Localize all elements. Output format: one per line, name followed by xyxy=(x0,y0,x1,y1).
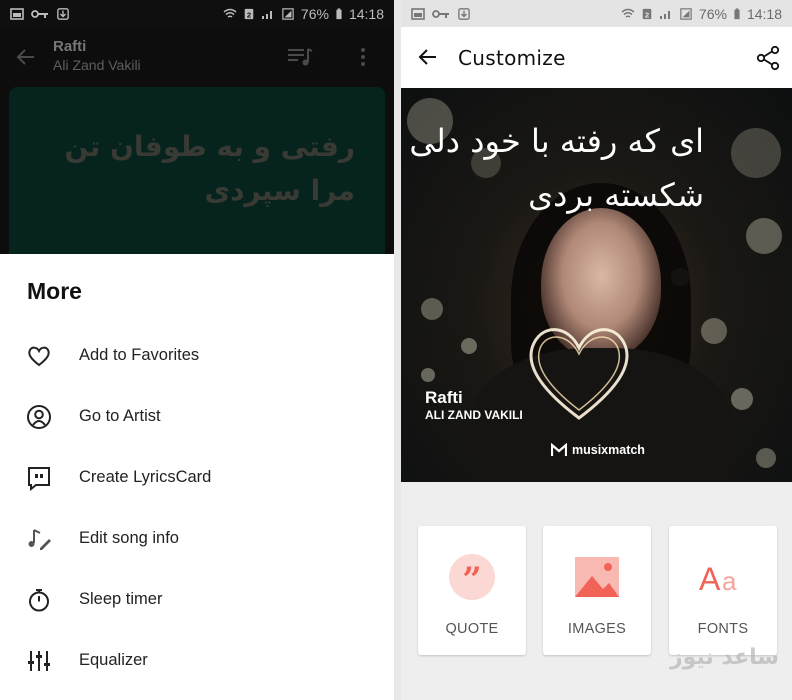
menu-item-label: Add to Favorites xyxy=(79,346,200,364)
overflow-menu-icon[interactable] xyxy=(355,45,371,69)
signal-icon xyxy=(659,10,670,19)
lyric-line: رفتی و به طوفان تن مرا سپردی xyxy=(64,130,356,207)
bokeh-light xyxy=(461,338,477,354)
key-icon xyxy=(31,9,48,18)
status-bar: 2 76% 14:18 xyxy=(0,0,394,27)
bokeh-light xyxy=(746,218,782,254)
quote-button[interactable]: ” QUOTE xyxy=(418,526,526,655)
brand-logo: musixmatch xyxy=(551,443,645,457)
artist-icon xyxy=(27,404,51,429)
equalizer-icon xyxy=(28,650,50,671)
battery-icon xyxy=(734,7,740,19)
signal-icon xyxy=(261,10,272,19)
menu-item-label: Go to Artist xyxy=(79,407,161,425)
queue-music-icon[interactable] xyxy=(286,45,314,69)
bokeh-light xyxy=(421,368,435,382)
download-icon xyxy=(458,7,470,20)
right-phone-screen: 2 76% 14:18 Customize ای که رفته با خود … xyxy=(401,0,792,700)
gallery-icon xyxy=(10,7,24,20)
card-song-title: Rafti xyxy=(425,388,463,407)
artist-name: Ali Zand Vakili xyxy=(53,57,141,73)
menu-item-label: Sleep timer xyxy=(79,590,163,608)
menu-item-label: Equalizer xyxy=(79,651,148,669)
svg-text:a: a xyxy=(722,566,737,596)
gallery-icon xyxy=(411,7,425,20)
watermark: ساعد نیوز xyxy=(670,645,779,670)
tool-label: IMAGES xyxy=(567,621,627,637)
svg-text:”: ” xyxy=(462,560,482,600)
lyrics-panel: رفتی و به طوفان تن مرا سپردی xyxy=(9,87,385,257)
heart-outline-icon xyxy=(28,346,50,366)
bokeh-light xyxy=(421,298,443,320)
menu-item-equalizer[interactable]: Equalizer xyxy=(0,630,394,691)
lyrics-card-preview: ای که رفته با خود دلی شکسته بردی Rafti A… xyxy=(401,88,792,482)
card-artist: ALI ZAND VAKILI xyxy=(425,408,523,422)
stopwatch-icon xyxy=(29,588,49,611)
bokeh-light xyxy=(731,128,781,178)
battery-percent: 76% xyxy=(698,5,727,22)
menu-item-sleep-timer[interactable]: Sleep timer xyxy=(0,569,394,630)
download-icon xyxy=(57,7,69,20)
tool-label: FONTS xyxy=(697,621,749,637)
musixmatch-logo-icon xyxy=(551,443,567,456)
menu-item-add-to-favorites[interactable]: Add to Favorites xyxy=(0,325,394,386)
clock: 14:18 xyxy=(348,5,384,22)
menu-item-create-lyricscard[interactable]: Create LyricsCard xyxy=(0,447,394,508)
font-icon: Aa xyxy=(699,561,737,597)
sim-2-icon: 2 xyxy=(244,8,254,19)
svg-text:2: 2 xyxy=(247,10,251,19)
brand-name: musixmatch xyxy=(572,443,645,457)
screenshot-pair: 2 76% 14:18 Rafti Ali Zand Vakili رفتی و… xyxy=(0,0,792,700)
fonts-button[interactable]: Aa FONTS xyxy=(669,526,777,655)
menu-item-label: Create LyricsCard xyxy=(79,468,212,486)
clock: 14:18 xyxy=(746,5,782,22)
signal-box-icon xyxy=(680,7,692,20)
bokeh-light xyxy=(731,388,753,410)
quote-card-icon xyxy=(28,466,50,491)
quote-icon: ” xyxy=(449,554,495,600)
left-phone-screen: 2 76% 14:18 Rafti Ali Zand Vakili رفتی و… xyxy=(0,0,394,700)
svg-text:2: 2 xyxy=(645,10,649,19)
heart-lights-icon xyxy=(529,328,629,420)
sheet-title: More xyxy=(27,278,82,304)
images-button[interactable]: IMAGES xyxy=(543,526,651,655)
wifi-icon xyxy=(223,8,237,18)
battery-icon xyxy=(336,7,342,19)
page-title: Customize xyxy=(458,46,566,70)
menu-item-label: Edit song info xyxy=(79,529,179,547)
now-playing-background: Rafti Ali Zand Vakili رفتی و به طوفان تن… xyxy=(0,27,394,257)
menu-item-edit-song-info[interactable]: Edit song info xyxy=(0,508,394,569)
sim-2-icon: 2 xyxy=(642,8,652,19)
more-bottom-sheet: More Add to Favorites Go to Artist Creat… xyxy=(0,254,394,700)
song-title: Rafti xyxy=(53,38,87,55)
back-arrow-icon[interactable] xyxy=(14,45,38,69)
bokeh-light xyxy=(756,448,776,468)
back-arrow-icon[interactable] xyxy=(416,45,440,69)
toolbar: Customize xyxy=(401,27,792,88)
wifi-icon xyxy=(621,8,635,18)
svg-text:A: A xyxy=(699,561,721,597)
battery-percent: 76% xyxy=(300,5,329,22)
share-icon[interactable] xyxy=(755,45,781,71)
music-edit-icon xyxy=(28,528,51,550)
key-icon xyxy=(432,9,449,18)
card-lyric: ای که رفته با خود دلی شکسته بردی xyxy=(409,122,704,214)
bokeh-light xyxy=(701,318,727,344)
tool-label: QUOTE xyxy=(445,621,499,637)
signal-box-icon xyxy=(282,7,294,20)
menu-item-go-to-artist[interactable]: Go to Artist xyxy=(0,386,394,447)
status-bar: 2 76% 14:18 xyxy=(401,0,792,27)
image-icon xyxy=(575,557,619,597)
